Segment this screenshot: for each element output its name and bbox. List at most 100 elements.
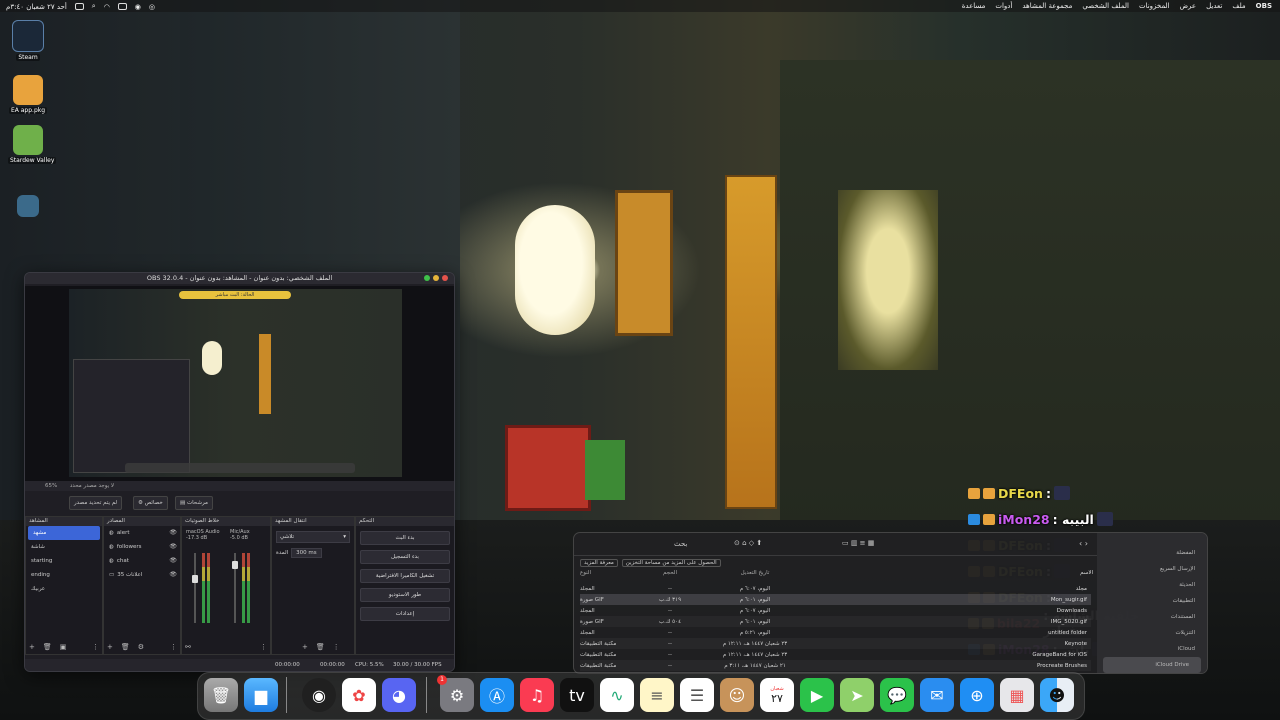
transition-select[interactable]: تلاشي ▾ <box>276 531 350 543</box>
start-recording-button[interactable]: بدء التسجيل <box>360 550 450 564</box>
sidebar-item[interactable]: الإرسال السريع <box>1097 561 1207 577</box>
settings-icon[interactable]: ⚙ 1 <box>437 675 474 712</box>
source-item[interactable]: ◍ chat 👁 <box>104 554 180 568</box>
file-row[interactable]: مكتبة التطبيقات -- ٢٣ شعبان ١٤٤٧ هـ، ١٢:١١… <box>580 638 1091 649</box>
link-icon[interactable]: ⚯ <box>185 643 191 651</box>
sidebar-item[interactable]: المستندات <box>1097 609 1207 625</box>
menu-app-name[interactable]: OBS <box>1256 2 1272 10</box>
duration-input[interactable]: 300 ms <box>291 548 322 558</box>
sidebar-item[interactable]: iCloud Drive <box>1103 657 1201 673</box>
desktop-stardew[interactable]: Stardew Valley <box>8 125 57 164</box>
file-row[interactable]: المجلد -- اليوم، ٦:٠٧ م مجلد <box>580 583 1091 594</box>
file-row[interactable]: المجلد -- اليوم، ٦:٠٧ م Downloads <box>580 605 1091 616</box>
file-row[interactable]: المجلد -- اليوم، ٥:٢١ م untitled folder <box>580 627 1091 638</box>
view-options-icon[interactable]: ⊙ ⌂ ◇ ⬆ <box>734 539 762 547</box>
add-icon[interactable]: + <box>302 643 308 651</box>
zoom-button[interactable] <box>424 275 430 281</box>
desktop-image[interactable] <box>8 195 48 219</box>
eye-icon[interactable]: 👁 <box>169 554 177 568</box>
menu-view[interactable]: عرض <box>1180 2 1197 10</box>
more-icon[interactable]: ⋮ <box>260 643 267 651</box>
record-icon[interactable]: ◉ <box>135 3 141 11</box>
menu-file[interactable]: ملف <box>1232 2 1245 10</box>
desktop-ea-app[interactable]: EA app.pkg <box>8 75 48 114</box>
obs-preview[interactable]: الحالة: البث مباشر <box>25 286 454 481</box>
eye-icon[interactable]: 👁 <box>169 540 177 554</box>
menu-edit[interactable]: تعديل <box>1206 2 1222 10</box>
file-row[interactable]: مكتبة التطبيقات -- ٢١ شعبان ١٤٤٧ هـ، ٣:١١ … <box>580 660 1091 671</box>
appstore-icon[interactable]: Ⓐ <box>480 678 514 712</box>
sidebar-item[interactable]: التطبيقات <box>1097 593 1207 609</box>
eye-icon[interactable]: 👁 <box>169 526 177 540</box>
menu-clock[interactable]: أحد ٢٧ شعبان ٣:٤٠م <box>6 3 67 11</box>
maps-icon[interactable]: ➤ <box>840 678 874 712</box>
file-row[interactable]: صورة GIF ٣١٩ ك.ب اليوم، ٦:٠١ م Mon_sugir.gi… <box>580 594 1091 605</box>
close-button[interactable] <box>442 275 448 281</box>
desktop-steam[interactable]: Steam <box>8 20 48 61</box>
menu-profile[interactable]: الملف الشخصي <box>1082 2 1129 10</box>
safari-icon[interactable]: ⊕ <box>960 678 994 712</box>
view-mode-icon[interactable]: ▭ ▥ ≡ ▦ <box>842 539 874 547</box>
tv-icon[interactable]: tv <box>560 678 594 712</box>
col-date[interactable]: تاريخ التعديل <box>700 570 810 580</box>
menu-tools[interactable]: أدوات <box>995 2 1012 10</box>
trash-icon[interactable]: 🗑 <box>316 643 325 651</box>
trash-icon[interactable]: 🗑 <box>204 678 238 712</box>
battery-icon[interactable] <box>74 3 84 10</box>
menu-help[interactable]: مساعدة <box>962 2 986 10</box>
source-item[interactable]: ▭ اعلانات 35 👁 <box>104 568 180 582</box>
sidebar-item[interactable]: الحديثة <box>1097 577 1207 593</box>
add-icon[interactable]: + <box>29 643 35 651</box>
wifi-icon[interactable]: ◠ <box>104 3 110 11</box>
sidebar-item[interactable]: مشترك <box>1097 673 1207 674</box>
menu-scene-collection[interactable]: مجموعة المشاهد <box>1022 2 1072 10</box>
eye-icon[interactable]: 👁 <box>169 568 177 582</box>
file-row[interactable]: مكتبة التطبيقات -- ٢٣ شعبان ١٤٤٧ هـ، ١٢:١١… <box>580 649 1091 660</box>
trash-icon[interactable]: 🗑 <box>43 643 52 651</box>
add-icon[interactable]: + <box>107 643 113 651</box>
notes-icon[interactable]: ≡ <box>640 678 674 712</box>
volume-fader[interactable] <box>192 553 198 623</box>
volume-fader[interactable] <box>232 553 238 623</box>
col-name[interactable]: الاسم <box>810 570 1097 580</box>
get-storage-chip[interactable]: الحصول على المزيد من مساحة التخزين <box>621 559 721 567</box>
scene-item[interactable]: ending <box>26 568 102 582</box>
contacts-icon[interactable]: ☺ <box>720 678 754 712</box>
discord-icon[interactable]: ◕ <box>382 678 416 712</box>
launchpad-icon[interactable]: ▦ <box>1000 678 1034 712</box>
filter-icon[interactable]: ▣ <box>60 643 67 651</box>
col-kind[interactable]: النوع <box>580 570 640 580</box>
scene-item[interactable]: شاشة <box>26 540 102 554</box>
music-icon[interactable]: ♫ <box>520 678 554 712</box>
obs-titlebar[interactable]: OBS 32.0.4 - الملف الشخصي: بدون عنوان - … <box>25 273 454 284</box>
freeform-icon[interactable]: ∿ <box>600 678 634 712</box>
more-icon[interactable]: ⋮ <box>333 643 340 651</box>
settings-button[interactable]: إعدادات <box>360 607 450 621</box>
file-row[interactable]: صورة GIF ٥٠٤ ك.ب اليوم، ٦:٠١ م IMG_5020.gif <box>580 616 1091 627</box>
search-icon[interactable]: ⌕ <box>92 2 96 11</box>
zoom-level[interactable]: 65% <box>45 483 57 489</box>
col-size[interactable]: الحجم <box>640 570 700 580</box>
finder-search-field[interactable]: بحث <box>674 540 687 548</box>
obs-icon[interactable]: ◉ <box>302 678 336 712</box>
finder-icon[interactable]: ☻ <box>1040 678 1074 712</box>
nav-arrows-icon[interactable]: ‹ › <box>1079 539 1088 548</box>
more-icon[interactable]: ⋮ <box>92 643 99 651</box>
scene-item[interactable]: starting <box>26 554 102 568</box>
control-center-icon[interactable] <box>117 3 127 10</box>
no-source-button[interactable]: لم يتم تحديد مصدر <box>69 496 123 510</box>
learn-more-chip[interactable]: معرفة المزيد <box>580 559 618 567</box>
more-icon[interactable]: ⋮ <box>170 643 177 651</box>
source-item[interactable]: ◍ followers 👁 <box>104 540 180 554</box>
calendar-icon[interactable]: شعبان ٢٧ <box>760 678 794 712</box>
sidebar-item[interactable]: iCloud <box>1097 641 1207 657</box>
filters-button[interactable]: ▤ مرشحات <box>175 496 213 510</box>
photos-icon[interactable]: ✿ <box>342 678 376 712</box>
minimize-button[interactable] <box>433 275 439 281</box>
sidebar-item[interactable]: التنزيلات <box>1097 625 1207 641</box>
scene-item[interactable]: مشهد <box>28 526 100 540</box>
virtual-camera-button[interactable]: تشغيل الكاميرا الافتراضية <box>360 569 450 583</box>
facetime-icon[interactable]: ▶ <box>800 678 834 712</box>
menu-collections[interactable]: المخزونات <box>1139 2 1170 10</box>
sidebar-item[interactable]: المفضلة <box>1097 545 1207 561</box>
